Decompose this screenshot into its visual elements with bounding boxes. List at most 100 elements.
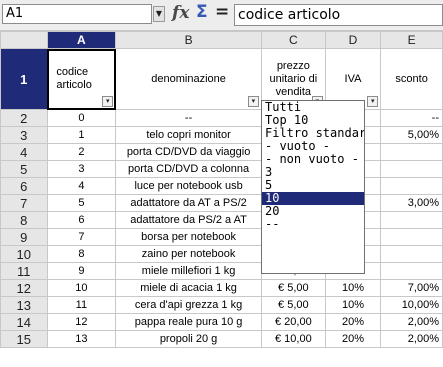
table-cell[interactable]: 0 [46, 109, 117, 127]
table-cell[interactable]: porta CD/DVD a colonna [115, 160, 262, 178]
table-row: 119miele millefiori 1 kg€ 5,0010% [0, 262, 443, 280]
filter-option[interactable]: 5 [262, 179, 364, 192]
table-cell[interactable]: 10 [46, 279, 117, 297]
equals-icon[interactable]: = [215, 2, 229, 22]
table-cell[interactable]: € 10,00 [260, 330, 326, 348]
header-label: denominazione [151, 72, 226, 85]
table-cell[interactable] [380, 211, 443, 229]
table-cell[interactable]: 10% [324, 279, 382, 297]
table-cell[interactable]: 2 [46, 143, 117, 161]
name-box[interactable]: A1 [2, 4, 152, 24]
table-cell[interactable]: zaino per notebook [115, 245, 262, 263]
name-box-dropdown-icon[interactable]: ▼ [153, 6, 165, 22]
table-cell[interactable]: -- [380, 109, 443, 127]
header-label: codice articolo [56, 66, 92, 91]
table-cell[interactable]: 5 [46, 194, 117, 212]
select-all-corner[interactable] [0, 31, 48, 49]
table-cell[interactable]: 12 [46, 313, 117, 331]
row-header[interactable]: 4 [0, 143, 48, 161]
autofilter-button-icon[interactable]: ▾ [102, 96, 114, 107]
table-cell[interactable]: 6 [46, 211, 117, 229]
table-cell[interactable]: adattatore da AT a PS/2 [115, 194, 262, 212]
table-row: 75adattatore da AT a PS/2%3,00% [0, 194, 443, 212]
filter-option[interactable]: 10 [262, 192, 364, 205]
row-header[interactable]: 14 [0, 313, 48, 331]
table-cell[interactable]: 7,00% [380, 279, 443, 297]
header-cell-codice-articolo[interactable]: codice articolo ▾ [46, 48, 117, 110]
table-cell[interactable]: 10% [324, 296, 382, 314]
filter-option[interactable]: Top 10 [262, 114, 364, 127]
formula-input[interactable]: codice articolo [234, 4, 443, 26]
table-cell[interactable]: miele millefiori 1 kg [115, 262, 262, 280]
column-header-a[interactable]: A [46, 31, 117, 49]
table-cell[interactable]: 3,00% [380, 194, 443, 212]
autofilter-button-icon[interactable]: ▾ [367, 96, 379, 107]
table-cell[interactable]: propoli 20 g [115, 330, 262, 348]
table-cell[interactable]: 20% [324, 313, 382, 331]
column-header-e[interactable]: E [380, 31, 443, 49]
table-cell[interactable] [380, 177, 443, 195]
column-header-d[interactable]: D [324, 31, 382, 49]
table-cell[interactable]: 5,00% [380, 126, 443, 144]
column-header-c[interactable]: C [260, 31, 326, 49]
row-header[interactable]: 3 [0, 126, 48, 144]
row-header[interactable]: 2 [0, 109, 48, 127]
filter-option[interactable]: 20 [262, 205, 364, 218]
sum-icon[interactable]: Σ [196, 2, 208, 22]
table-cell[interactable]: 9 [46, 262, 117, 280]
filter-option[interactable]: - non vuoto - [262, 153, 364, 166]
table-cell[interactable]: porta CD/DVD da viaggio [115, 143, 262, 161]
filter-option[interactable]: - vuoto - [262, 140, 364, 153]
row-header[interactable]: 5 [0, 160, 48, 178]
table-cell[interactable] [380, 262, 443, 280]
table-cell[interactable]: 2,00% [380, 313, 443, 331]
function-wizard-icon[interactable]: fx [172, 3, 189, 23]
table-cell[interactable] [380, 143, 443, 161]
filter-option[interactable]: Tutti [262, 101, 364, 114]
table-cell[interactable]: 8 [46, 245, 117, 263]
table-cell[interactable]: 1 [46, 126, 117, 144]
filter-option[interactable]: -- [262, 218, 364, 231]
header-cell-sconto[interactable]: sconto [380, 48, 443, 110]
row-header[interactable]: 7 [0, 194, 48, 212]
autofilter-button-icon[interactable]: ▾ [247, 96, 259, 107]
table-cell[interactable]: 11 [46, 296, 117, 314]
table-cell[interactable]: € 20,00 [260, 313, 326, 331]
table-cell[interactable]: 3 [46, 160, 117, 178]
table-cell[interactable]: 20% [324, 330, 382, 348]
table-cell[interactable]: telo copri monitor [115, 126, 262, 144]
table-row: 64luce per notebook usb% [0, 177, 443, 195]
row-header[interactable]: 1 [0, 48, 48, 110]
table-cell[interactable]: 2,00% [380, 330, 443, 348]
header-cell-denominazione[interactable]: denominazione ▾ [115, 48, 262, 110]
table-row: 86adattatore da PS/2 a AT% [0, 211, 443, 229]
table-cell[interactable]: cera d'api grezza 1 kg [115, 296, 262, 314]
row-header[interactable]: 12 [0, 279, 48, 297]
filter-option[interactable]: 3 [262, 166, 364, 179]
table-cell[interactable]: adattatore da PS/2 a AT [115, 211, 262, 229]
table-cell[interactable]: € 5,00 [260, 296, 326, 314]
table-cell[interactable]: -- [115, 109, 262, 127]
row-header[interactable]: 13 [0, 296, 48, 314]
table-cell[interactable]: 4 [46, 177, 117, 195]
column-header-b[interactable]: B [115, 31, 262, 49]
table-cell[interactable]: luce per notebook usb [115, 177, 262, 195]
table-cell[interactable] [380, 160, 443, 178]
table-cell[interactable] [380, 228, 443, 246]
table-cell[interactable]: € 5,00 [260, 279, 326, 297]
row-header[interactable]: 6 [0, 177, 48, 195]
table-cell[interactable]: borsa per notebook [115, 228, 262, 246]
table-cell[interactable]: pappa reale pura 10 g [115, 313, 262, 331]
autofilter-dropdown-list[interactable]: TuttiTop 10Filtro standard...- vuoto -- … [261, 100, 365, 274]
row-header[interactable]: 8 [0, 211, 48, 229]
table-cell[interactable] [380, 245, 443, 263]
table-cell[interactable]: 10,00% [380, 296, 443, 314]
row-header[interactable]: 11 [0, 262, 48, 280]
table-cell[interactable]: 13 [46, 330, 117, 348]
table-cell[interactable]: 7 [46, 228, 117, 246]
row-header[interactable]: 9 [0, 228, 48, 246]
row-header[interactable]: 10 [0, 245, 48, 263]
filter-option[interactable]: Filtro standard... [262, 127, 364, 140]
table-cell[interactable]: miele di acacia 1 kg [115, 279, 262, 297]
row-header[interactable]: 15 [0, 330, 48, 348]
